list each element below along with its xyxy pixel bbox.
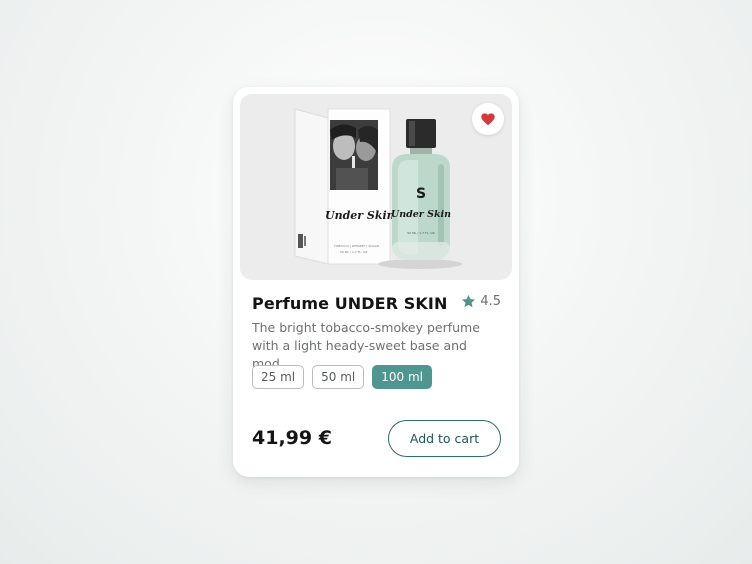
product-card: Under Skin TOBACCO | WHISKEY | SUGAR 50 …: [233, 87, 519, 477]
product-image: Under Skin TOBACCO | WHISKEY | SUGAR 50 …: [240, 94, 512, 280]
size-option-25ml[interactable]: 25 ml: [252, 365, 305, 389]
perfume-illustration: Under Skin TOBACCO | WHISKEY | SUGAR 50 …: [294, 108, 462, 269]
product-price: 41,99 €: [252, 427, 332, 449]
bottle-script-text: Under Skin: [391, 209, 451, 220]
heart-icon: [481, 112, 495, 125]
rating-value: 4.5: [480, 294, 501, 309]
box-volume: 50 ML / 1.7 FL. OZ: [340, 250, 367, 254]
box-script-text: Under Skin: [325, 209, 395, 222]
bottle-volume: 50 ML / 1.7 FL. OZ: [407, 231, 434, 235]
box-tagline: TOBACCO | WHISKEY | SUGAR: [333, 244, 379, 248]
add-to-cart-button[interactable]: Add to cart: [388, 420, 501, 457]
size-option-100ml[interactable]: 100 ml: [372, 365, 432, 389]
size-options: 25 ml 50 ml 100 ml: [252, 365, 432, 389]
favorite-button[interactable]: [472, 103, 504, 135]
star-icon: [462, 294, 476, 308]
rating: 4.5: [461, 294, 501, 309]
size-option-50ml[interactable]: 50 ml: [312, 365, 365, 389]
bottle-logo: S: [416, 186, 426, 202]
product-title: Perfume UNDER SKIN: [252, 294, 448, 313]
